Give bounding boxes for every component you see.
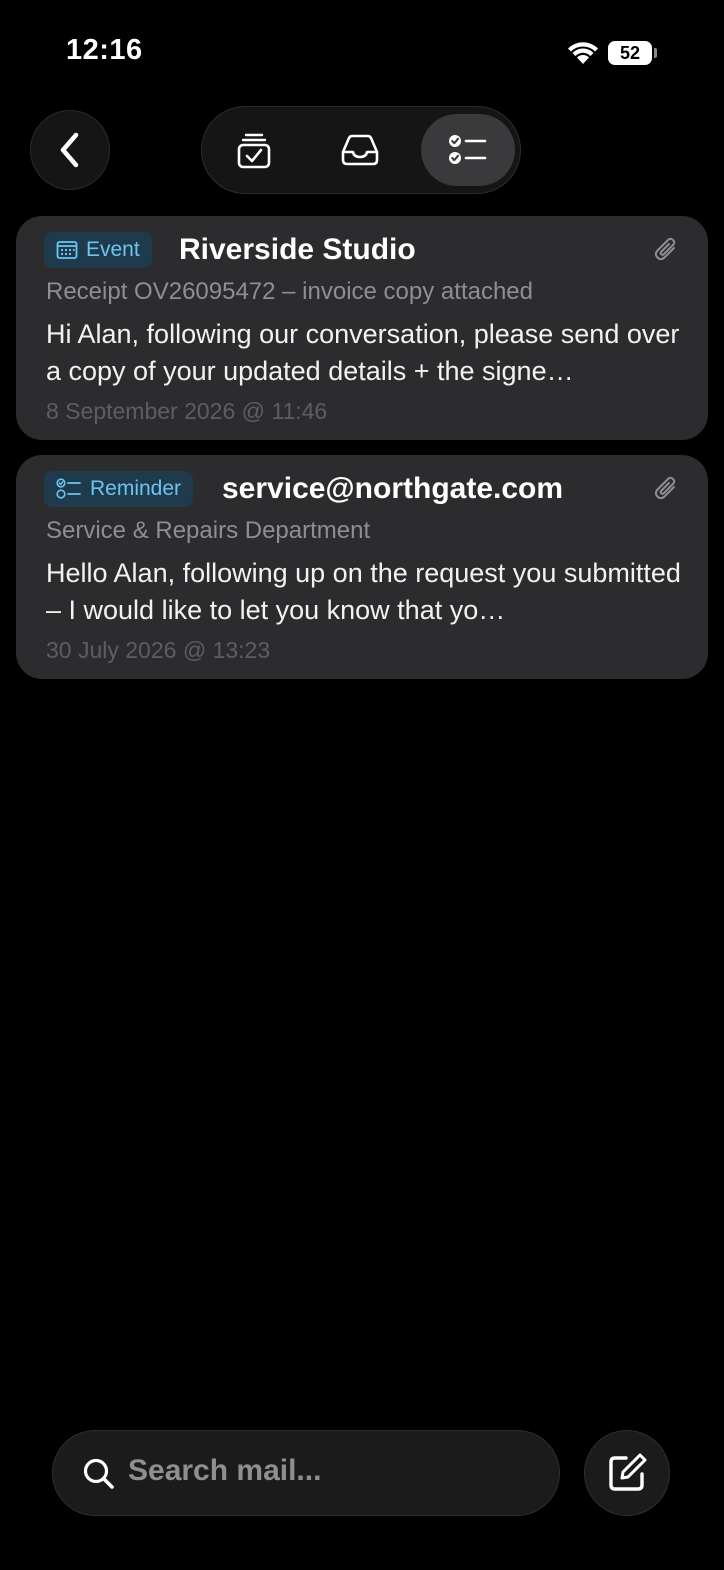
message-card[interactable]: Reminder service@northgate.com Service &… xyxy=(16,455,708,679)
message-preview: Hi Alan, following our conversation, ple… xyxy=(46,319,680,386)
reminder-tag: Reminder xyxy=(44,471,194,507)
compose-icon xyxy=(609,1453,647,1491)
checklist-icon xyxy=(449,135,487,164)
message-subject: Receipt OV26095472 – invoice copy attach… xyxy=(46,278,533,305)
tab-reminders[interactable] xyxy=(421,114,515,186)
tab-done[interactable] xyxy=(207,114,301,186)
paperclip-icon xyxy=(654,476,676,500)
message-date: 30 July 2026 @ 13:23 xyxy=(46,637,271,663)
battery-cap xyxy=(654,48,657,58)
tag-label: Reminder xyxy=(90,477,182,500)
tag-label: Event xyxy=(86,238,140,261)
search-input[interactable]: Search mail... xyxy=(128,1454,321,1488)
wifi-icon xyxy=(568,42,598,64)
message-card[interactable]: Event Riverside Studio Receipt OV2609547… xyxy=(16,216,708,440)
battery-icon: 52 xyxy=(608,41,652,65)
search-bar[interactable]: Search mail... xyxy=(52,1430,560,1516)
back-button[interactable] xyxy=(30,110,110,190)
tray-check-icon xyxy=(237,133,271,169)
chevron-left-icon xyxy=(60,132,79,168)
message-date: 8 September 2026 @ 11:46 xyxy=(46,398,328,424)
event-tag: Event xyxy=(44,232,152,268)
tab-inbox[interactable] xyxy=(313,114,407,186)
sender-name: service@northgate.com xyxy=(222,472,564,505)
message-preview: Hello Alan, following up on the request … xyxy=(46,558,681,625)
search-icon xyxy=(83,1458,114,1489)
checklist-icon xyxy=(56,478,81,499)
inbox-icon xyxy=(341,134,379,166)
paperclip-icon xyxy=(654,237,676,261)
compose-button[interactable] xyxy=(584,1430,670,1516)
view-switcher xyxy=(201,106,521,194)
message-subject: Service & Repairs Department xyxy=(46,517,371,544)
calendar-icon xyxy=(56,241,78,259)
sender-name: Riverside Studio xyxy=(179,233,416,266)
status-time: 12:16 xyxy=(66,34,143,66)
